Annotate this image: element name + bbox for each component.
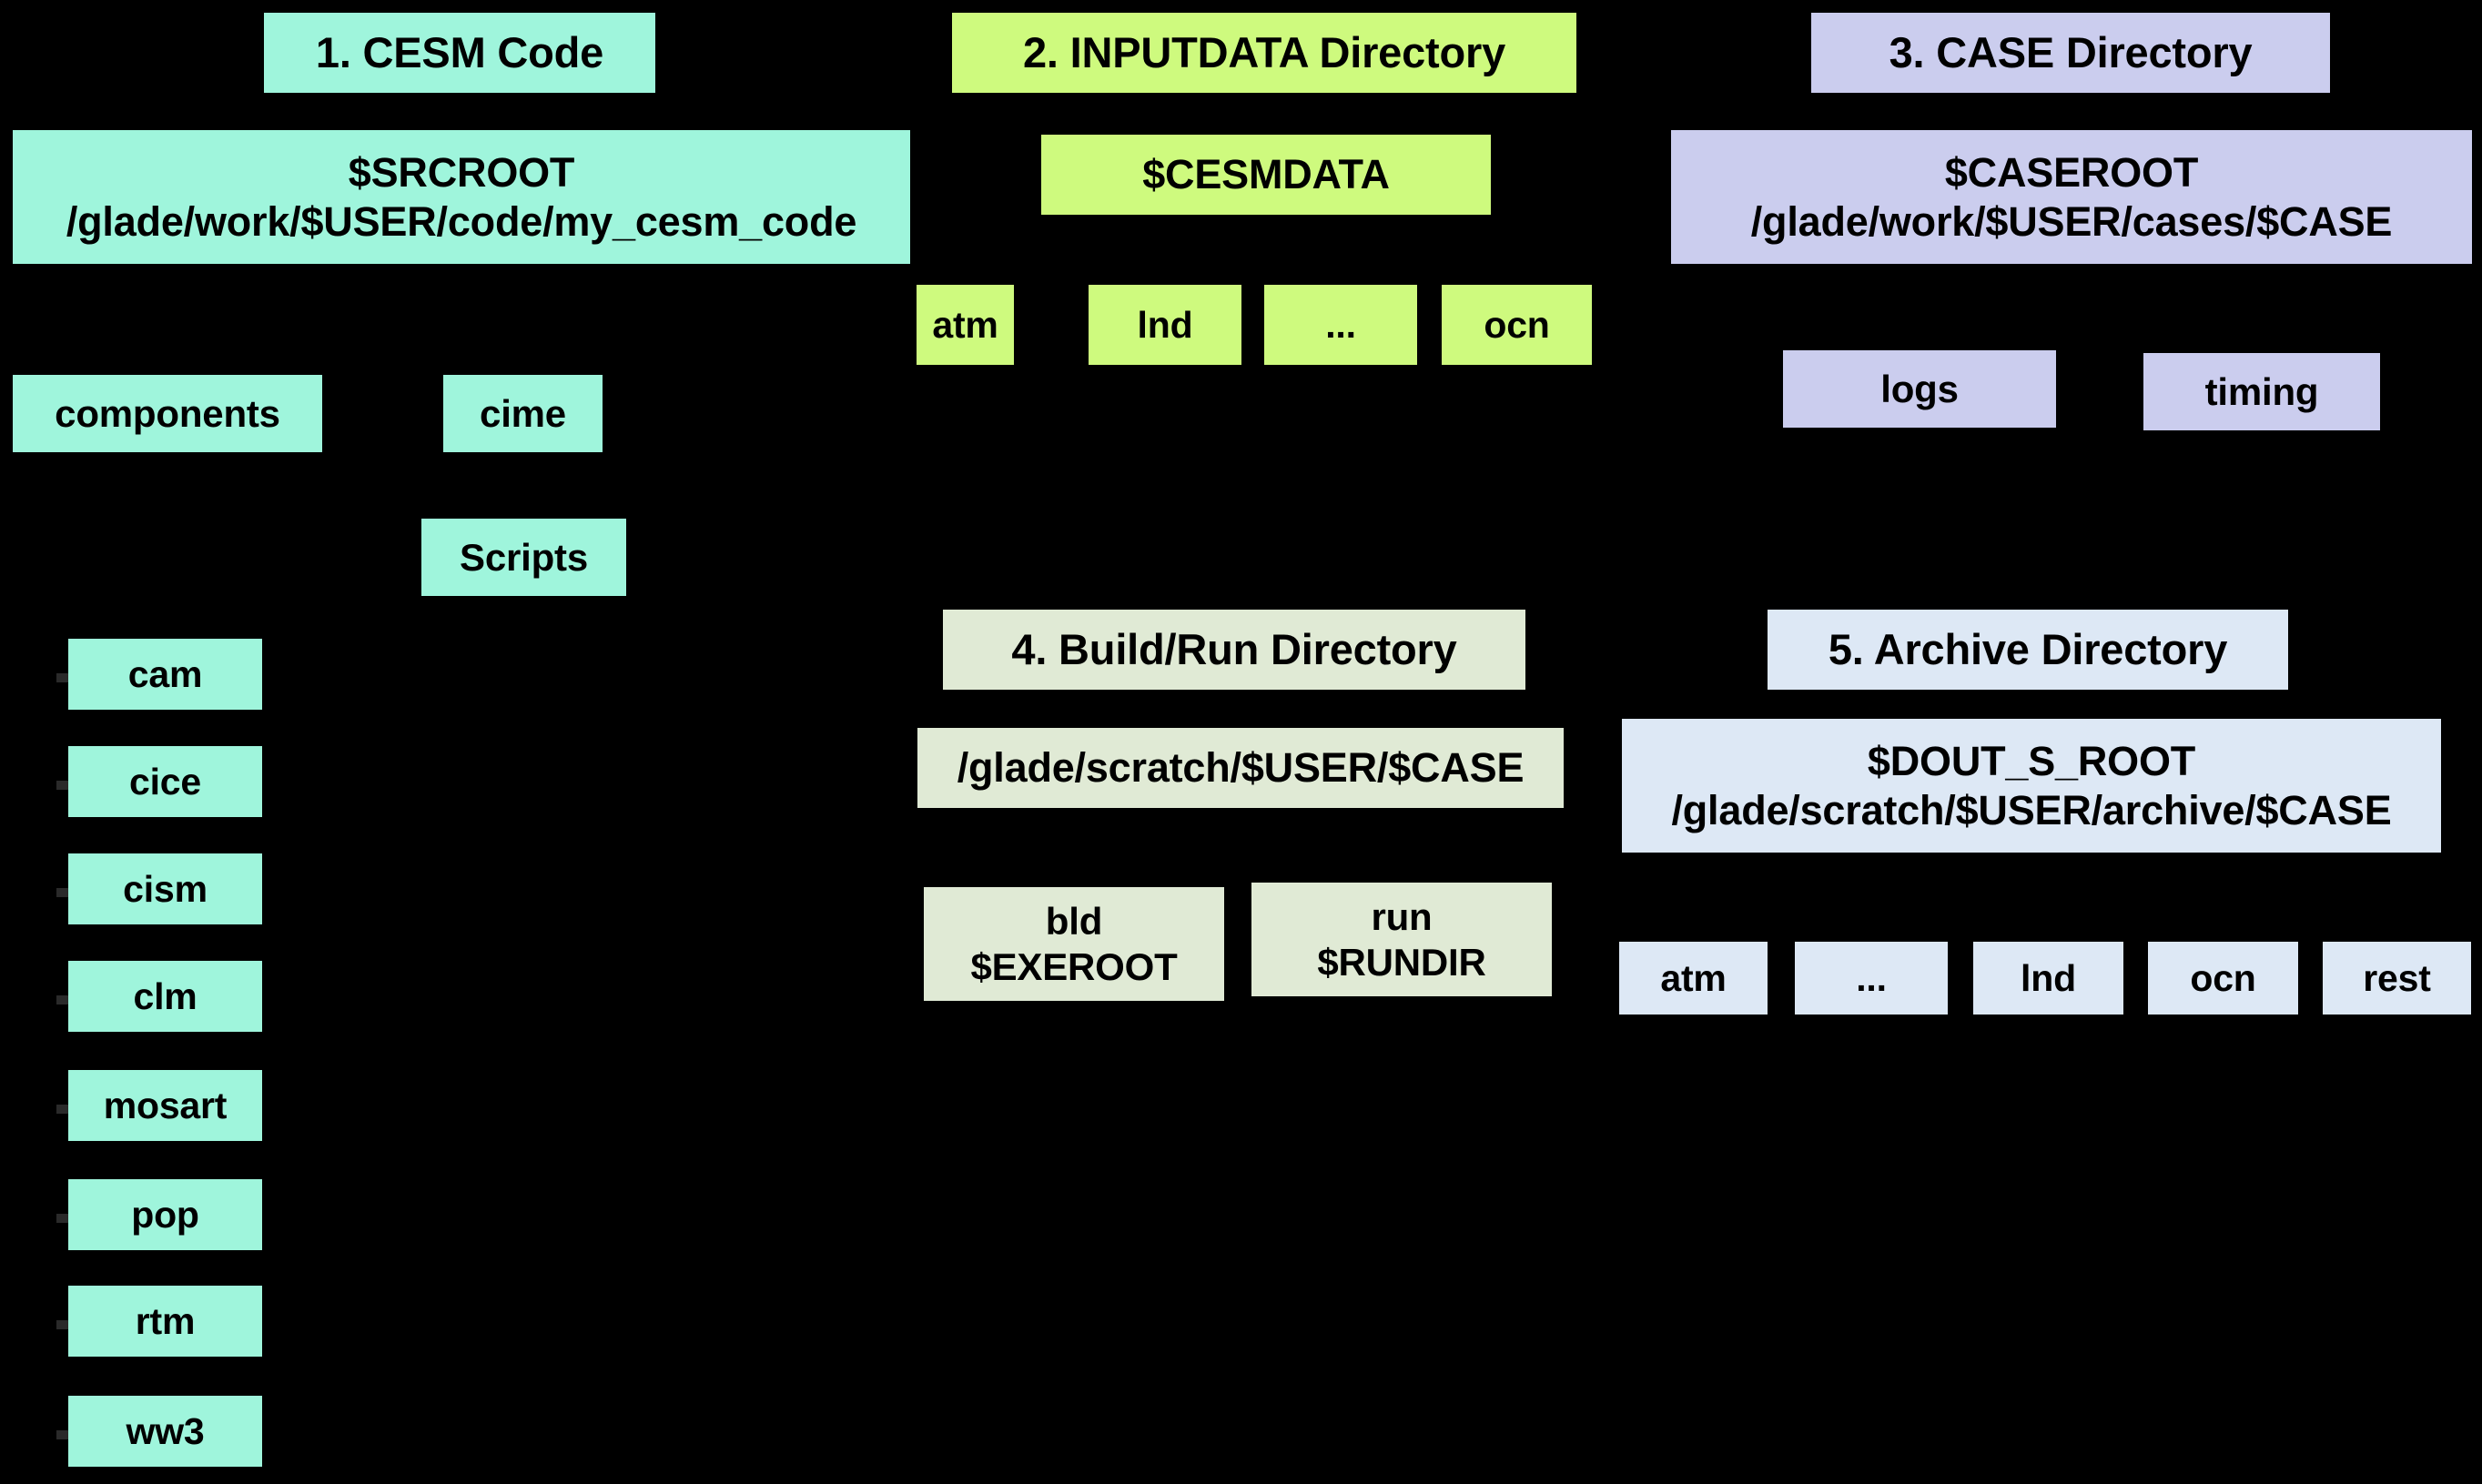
cesm-code-component-cam: cam xyxy=(68,639,262,710)
build-run-node-bld: bld $EXEROOT xyxy=(924,887,1224,1001)
archive-node-rest: rest xyxy=(2323,942,2471,1015)
cesm-code-component-clm: clm xyxy=(68,961,262,1032)
connector-stub-pop xyxy=(56,1214,69,1223)
archive-node-ocn: ocn xyxy=(2148,942,2298,1015)
cesm-code-node-components: components xyxy=(13,375,322,452)
build-run-root-path: /glade/scratch/$USER/$CASE xyxy=(917,728,1564,808)
cesm-code-component-cice: cice xyxy=(68,746,262,817)
connector-stub-cice xyxy=(56,781,69,790)
cesm-code-component-pop: pop xyxy=(68,1179,262,1250)
connector-stub-rtm xyxy=(56,1320,69,1329)
cesm-code-node-scripts: Scripts xyxy=(421,519,626,596)
section-header-archive: 5. Archive Directory xyxy=(1768,610,2288,690)
section-header-case: 3. CASE Directory xyxy=(1811,13,2330,93)
connector-stub-cam xyxy=(56,673,69,682)
case-node-logs: logs xyxy=(1783,350,2056,428)
inputdata-node-ocn: ocn xyxy=(1442,285,1592,365)
cesm-code-component-rtm: rtm xyxy=(68,1286,262,1357)
cesm-code-component-mosart: mosart xyxy=(68,1070,262,1141)
inputdata-root-cesmdata: $CESMDATA xyxy=(1041,135,1491,215)
case-node-timing: timing xyxy=(2143,353,2380,430)
connector-stub-ww3 xyxy=(56,1430,69,1439)
connector-stub-clm xyxy=(56,995,69,1004)
diagram-canvas: 1. CESM Code $SRCROOT /glade/work/$USER/… xyxy=(0,0,2482,1484)
inputdata-node-lnd: lnd xyxy=(1089,285,1241,365)
cesm-code-component-cism: cism xyxy=(68,853,262,924)
section-header-inputdata: 2. INPUTDATA Directory xyxy=(952,13,1576,93)
archive-root-dout-s-root: $DOUT_S_ROOT /glade/scratch/$USER/archiv… xyxy=(1622,719,2441,853)
connector-stub-mosart xyxy=(56,1105,69,1114)
cesm-code-root-srcroot: $SRCROOT /glade/work/$USER/code/my_cesm_… xyxy=(13,130,910,264)
archive-node-lnd: lnd xyxy=(1973,942,2123,1015)
cesm-code-node-cime: cime xyxy=(443,375,603,452)
inputdata-node-ellipsis: ... xyxy=(1264,285,1417,365)
archive-node-ellipsis: ... xyxy=(1795,942,1948,1015)
cesm-code-component-ww3: ww3 xyxy=(68,1396,262,1467)
inputdata-node-atm: atm xyxy=(917,285,1014,365)
connector-stub-cism xyxy=(56,888,69,897)
section-header-build-run: 4. Build/Run Directory xyxy=(943,610,1525,690)
case-root-caseroot: $CASEROOT /glade/work/$USER/cases/$CASE xyxy=(1671,130,2472,264)
section-header-cesm-code: 1. CESM Code xyxy=(264,13,655,93)
build-run-node-run: run $RUNDIR xyxy=(1251,883,1552,996)
archive-node-atm: atm xyxy=(1619,942,1768,1015)
